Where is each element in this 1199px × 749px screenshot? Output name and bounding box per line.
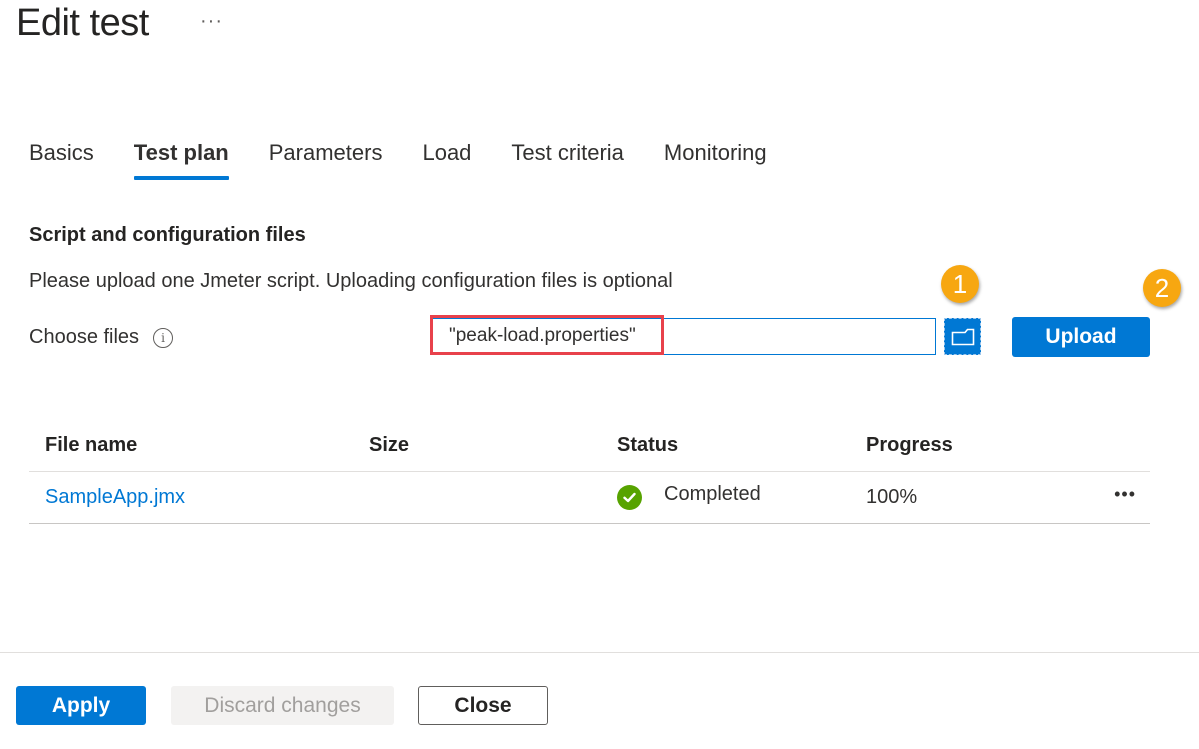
status-text: Completed — [664, 483, 761, 505]
upload-button[interactable]: Upload — [1012, 317, 1150, 357]
page-title: Edit test — [16, 2, 149, 44]
table-row: SampleApp.jmx Completed 100% ••• — [29, 472, 1150, 524]
browse-files-button[interactable] — [944, 318, 981, 355]
column-header-progress: Progress — [866, 434, 953, 456]
file-path-value: "peak-load.properties" — [449, 325, 636, 346]
tab-test-plan[interactable]: Test plan — [133, 140, 229, 180]
close-button[interactable]: Close — [418, 686, 548, 725]
column-header-file-name: File name — [45, 434, 138, 456]
choose-files-label: Choose files — [29, 326, 140, 348]
tab-test-criteria[interactable]: Test criteria — [511, 140, 623, 176]
check-circle-icon — [617, 485, 642, 510]
tab-load[interactable]: Load — [422, 140, 471, 176]
section-title: Script and configuration files — [29, 224, 306, 246]
callout-badge-1: 1 — [941, 265, 979, 303]
column-header-size: Size — [369, 434, 410, 456]
status-cell: Completed — [617, 483, 761, 510]
tab-monitoring[interactable]: Monitoring — [664, 140, 767, 176]
tab-bar: Basics Test plan Parameters Load Test cr… — [29, 140, 807, 180]
more-options-button[interactable]: ··· — [200, 10, 223, 33]
progress-value: 100% — [866, 486, 918, 508]
table-header: File name Size Status Progress — [29, 420, 1150, 472]
edit-test-panel: Edit test ··· Basics Test plan Parameter… — [0, 0, 1199, 749]
file-name-link[interactable]: SampleApp.jmx — [45, 486, 185, 509]
folder-icon — [951, 328, 974, 345]
tab-parameters[interactable]: Parameters — [269, 140, 383, 176]
choose-files-label-group: Choose files i — [29, 326, 174, 349]
section-description: Please upload one Jmeter script. Uploadi… — [29, 270, 673, 292]
tab-basics[interactable]: Basics — [29, 140, 94, 176]
files-table: File name Size Status Progress SampleApp… — [29, 420, 1150, 524]
footer-divider — [0, 652, 1199, 653]
discard-changes-button[interactable]: Discard changes — [171, 686, 394, 725]
apply-button[interactable]: Apply — [16, 686, 146, 725]
file-path-input[interactable]: "peak-load.properties" — [430, 318, 936, 355]
row-more-options-button[interactable]: ••• — [1114, 484, 1136, 505]
info-icon[interactable]: i — [153, 327, 174, 348]
column-header-status: Status — [617, 434, 679, 456]
callout-badge-2: 2 — [1143, 269, 1181, 307]
